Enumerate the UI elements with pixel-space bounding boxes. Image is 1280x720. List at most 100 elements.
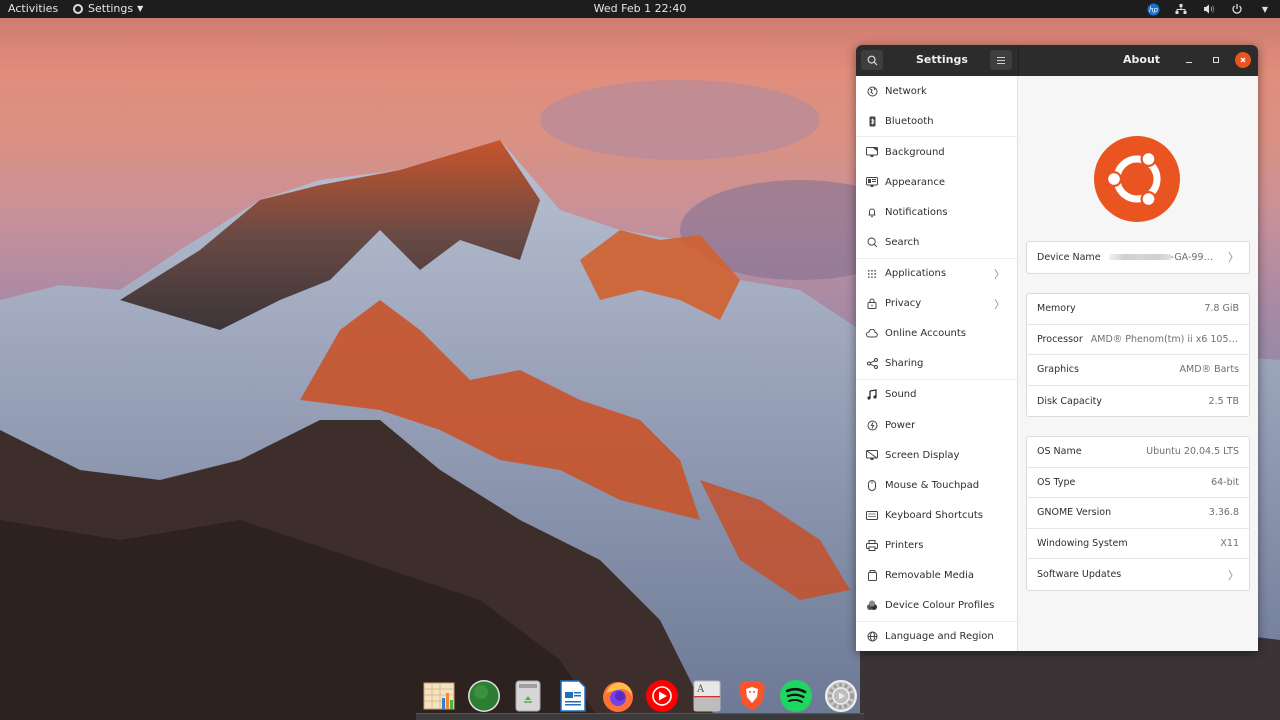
gear-icon <box>73 3 83 14</box>
brave-browser-icon[interactable] <box>735 679 769 713</box>
sidebar-item-applications[interactable]: Applications 〉 <box>856 259 1017 289</box>
green-orb-app-icon[interactable] <box>467 679 501 713</box>
sidebar-item-background[interactable]: Background <box>856 137 1017 167</box>
header-divider <box>1018 45 1019 76</box>
app-menu-label: Settings <box>88 2 134 15</box>
gnome-version-row: GNOME Version 3.36.8 <box>1027 498 1249 529</box>
software-updates-label: Software Updates <box>1037 569 1122 581</box>
sidebar-item-label: Appearance <box>885 176 946 188</box>
sidebar-item-screen-display[interactable]: Screen Display <box>856 440 1017 470</box>
hp-icon[interactable]: hp <box>1146 2 1160 16</box>
processor-value: AMD® Phenom(tm) ii x6 1055t ... <box>1090 333 1239 345</box>
sidebar-item-label: Printers <box>885 539 924 551</box>
spreadsheet-app-icon[interactable] <box>422 679 456 713</box>
color-profile-icon <box>866 600 878 612</box>
graphics-value: AMD® Barts <box>1179 364 1239 376</box>
sidebar-item-label: Background <box>885 146 945 158</box>
media-icon <box>866 570 878 582</box>
volume-icon[interactable] <box>1202 2 1216 16</box>
sidebar-item-online-accounts[interactable]: Online Accounts <box>856 319 1017 349</box>
sidebar-item-label: Screen Display <box>885 449 960 461</box>
sidebar-item-label: Bluetooth <box>885 115 934 127</box>
sidebar-item-language-region[interactable]: Language and Region <box>856 622 1017 651</box>
sidebar-item-label: Notifications <box>885 206 948 218</box>
activities-button[interactable]: Activities <box>8 2 58 15</box>
processor-row: Processor AMD® Phenom(tm) ii x6 1055t ..… <box>1027 325 1249 356</box>
sidebar-item-sharing[interactable]: Sharing <box>856 349 1017 379</box>
sidebar-item-label: Mouse & Touchpad <box>885 479 980 491</box>
power-icon[interactable] <box>1230 2 1244 16</box>
content-title: About <box>1123 53 1161 66</box>
os-type-row: OS Type 64-bit <box>1027 468 1249 499</box>
sidebar-item-label: Sharing <box>885 358 924 370</box>
sidebar-item-label: Power <box>885 419 916 431</box>
trash-icon[interactable] <box>511 679 545 713</box>
sidebar-item-keyboard-shortcuts[interactable]: Keyboard Shortcuts <box>856 500 1017 530</box>
sidebar-item-printers[interactable]: Printers <box>856 530 1017 560</box>
os-name-value: Ubuntu 20.04.5 LTS <box>1146 446 1239 458</box>
svg-text:hp: hp <box>1149 6 1158 14</box>
clock[interactable]: Wed Feb 1 22:40 <box>594 2 687 15</box>
sidebar-item-mouse-touchpad[interactable]: Mouse & Touchpad <box>856 470 1017 500</box>
sidebar-item-power[interactable]: Power <box>856 410 1017 440</box>
sidebar-item-privacy[interactable]: Privacy 〉 <box>856 289 1017 319</box>
windowing-system-label: Windowing System <box>1037 538 1128 550</box>
sidebar-item-label: Keyboard Shortcuts <box>885 509 983 521</box>
background-icon <box>866 146 878 158</box>
menu-arrow-icon[interactable]: ▼ <box>1258 2 1272 16</box>
main-menu-button[interactable] <box>990 50 1012 70</box>
settings-window: Settings About Network Bluetooth Backgro… <box>856 45 1258 651</box>
device-name-card: Device Name -GA-990XA-UD3 〉 <box>1026 241 1250 274</box>
close-icon <box>1240 57 1246 63</box>
share-icon <box>866 358 878 370</box>
firefox-icon[interactable] <box>601 679 635 713</box>
ubuntu-logo <box>1094 136 1180 222</box>
sidebar-title: Settings <box>916 53 968 66</box>
graphics-label: Graphics <box>1037 364 1079 376</box>
graphics-row: Graphics AMD® Barts <box>1027 355 1249 386</box>
sidebar-item-label: Language and Region <box>885 631 994 643</box>
sidebar-item-notifications[interactable]: Notifications <box>856 197 1017 227</box>
app-menu-button[interactable]: Settings ▼ <box>72 2 143 15</box>
network-wired-icon[interactable] <box>1174 2 1188 16</box>
disk-capacity-value: 2.5 TB <box>1208 395 1239 407</box>
minimize-button[interactable] <box>1181 52 1197 68</box>
svg-text:A: A <box>696 684 705 695</box>
power-icon <box>866 419 878 431</box>
os-name-label: OS Name <box>1037 446 1082 458</box>
system-tray[interactable]: hp ▼ <box>1146 1 1272 17</box>
writer-document-icon[interactable] <box>556 679 590 713</box>
settings-gear-icon[interactable] <box>824 679 858 713</box>
software-updates-row[interactable]: Software Updates 〉 <box>1027 559 1249 590</box>
sidebar-item-appearance[interactable]: Appearance <box>856 167 1017 197</box>
search-button[interactable] <box>861 50 883 70</box>
bell-icon <box>866 206 878 218</box>
hardware-card: Memory 7.8 GiB Processor AMD® Phenom(tm)… <box>1026 293 1250 418</box>
sidebar-item-bluetooth[interactable]: Bluetooth <box>856 106 1017 136</box>
mouse-icon <box>866 479 878 491</box>
youtube-music-icon[interactable] <box>645 679 679 713</box>
memory-label: Memory <box>1037 303 1076 315</box>
sidebar-item-device-colour-profiles[interactable]: Device Colour Profiles <box>856 591 1017 621</box>
sidebar-item-network[interactable]: Network <box>856 76 1017 106</box>
close-button[interactable] <box>1235 52 1251 68</box>
appearance-icon <box>866 176 878 188</box>
search-icon <box>866 237 878 249</box>
sidebar-item-label: Removable Media <box>885 570 975 582</box>
maximize-button[interactable] <box>1208 52 1224 68</box>
os-type-label: OS Type <box>1037 476 1076 488</box>
disk-capacity-label: Disk Capacity <box>1037 395 1102 407</box>
sidebar-item-search[interactable]: Search <box>856 227 1017 257</box>
dropdown-arrow-icon: ▼ <box>137 4 144 13</box>
sidebar-item-removable-media[interactable]: Removable Media <box>856 561 1017 591</box>
processor-label: Processor <box>1037 333 1083 345</box>
globe-icon <box>866 631 878 643</box>
dock-background-bar <box>416 713 864 720</box>
device-name-row[interactable]: Device Name -GA-990XA-UD3 〉 <box>1027 242 1249 273</box>
sidebar-item-label: Sound <box>885 389 917 401</box>
about-panel: Device Name -GA-990XA-UD3 〉 Memory 7.8 G… <box>1018 76 1258 651</box>
sidebar-item-sound[interactable]: Sound <box>856 380 1017 410</box>
font-viewer-icon[interactable]: A <box>690 679 724 713</box>
gnome-version-label: GNOME Version <box>1037 507 1112 519</box>
spotify-icon[interactable] <box>779 679 813 713</box>
